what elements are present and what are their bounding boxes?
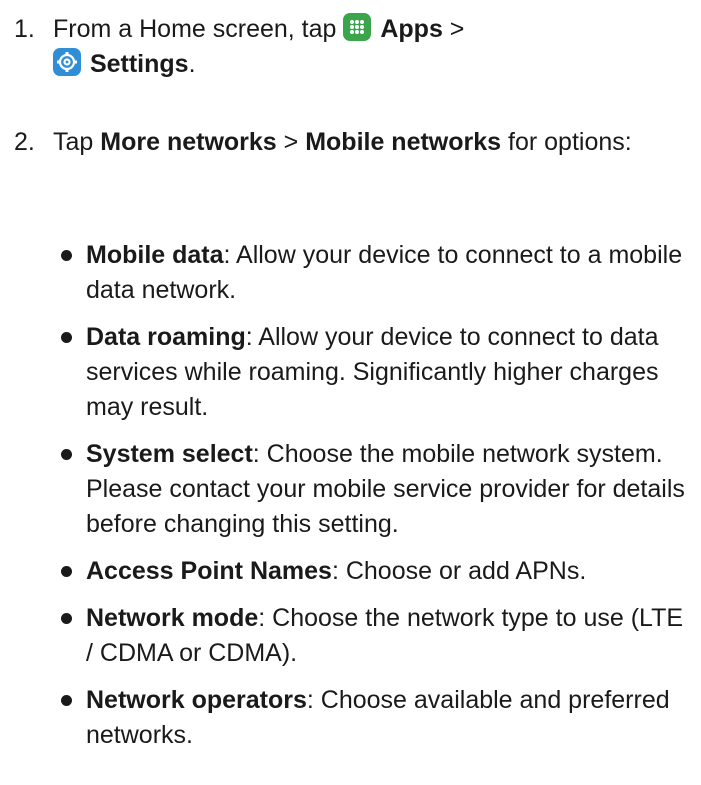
list-item-text: Access Point Names: Choose or add APNs. xyxy=(86,554,696,589)
bullet-dot xyxy=(61,449,72,460)
step-2-separator: > xyxy=(276,128,306,156)
step-1: 1. From a Home screen, tap Apps > Settin… xyxy=(0,12,680,82)
apps-label: Apps xyxy=(380,15,443,43)
apps-grid-icon xyxy=(343,13,372,41)
mobile-networks-label: Mobile networks xyxy=(305,128,502,156)
option-term: Network operators xyxy=(86,686,307,714)
bullet-dot xyxy=(61,332,72,343)
settings-label: Settings xyxy=(89,50,189,78)
list-item-text: Network mode: Choose the network type to… xyxy=(86,601,696,671)
list-item-access-point-names: Access Point Names: Choose or add APNs. xyxy=(0,554,701,589)
bullet-dot xyxy=(61,566,72,577)
option-term: System select xyxy=(86,440,253,468)
bullet-dot xyxy=(61,695,72,706)
list-item-text: Data roaming: Allow your device to conne… xyxy=(86,320,696,425)
option-term: Access Point Names xyxy=(86,557,332,585)
list-item-text: System select: Choose the mobile network… xyxy=(86,437,696,542)
option-term: Network mode xyxy=(86,604,259,632)
list-item-text: Network operators: Choose available and … xyxy=(86,683,696,753)
step-2-text: Tap More networks > Mobile networks for … xyxy=(53,125,643,160)
bullet-dot xyxy=(61,250,72,261)
option-description: : Choose or add APNs. xyxy=(331,557,587,585)
bullet-dot xyxy=(61,613,72,624)
step-2: 2. Tap More networks > Mobile networks f… xyxy=(0,125,680,160)
step-1-text: From a Home screen, tap Apps > Settings. xyxy=(53,12,680,82)
list-item-data-roaming: Data roaming: Allow your device to conne… xyxy=(0,320,701,425)
step-1-suffix: . xyxy=(188,50,196,78)
option-term: Mobile data xyxy=(86,241,224,269)
step-2-suffix: for options: xyxy=(501,128,632,156)
step-1-separator: > xyxy=(442,15,465,43)
settings-gear-icon xyxy=(53,48,81,76)
list-item-network-mode: Network mode: Choose the network type to… xyxy=(0,601,701,671)
step-2-prefix: Tap xyxy=(53,128,101,156)
more-networks-label: More networks xyxy=(100,128,277,156)
step-1-prefix: From a Home screen, tap xyxy=(53,15,344,43)
list-item-mobile-data: Mobile data: Allow your device to connec… xyxy=(0,238,701,308)
list-item-system-select: System select: Choose the mobile network… xyxy=(0,437,701,542)
option-term: Data roaming xyxy=(86,323,246,351)
step-2-number: 2. xyxy=(14,128,35,156)
list-item-text: Mobile data: Allow your device to connec… xyxy=(86,238,696,308)
step-1-number: 1. xyxy=(14,15,35,43)
list-item-network-operators: Network operators: Choose available and … xyxy=(0,683,701,753)
